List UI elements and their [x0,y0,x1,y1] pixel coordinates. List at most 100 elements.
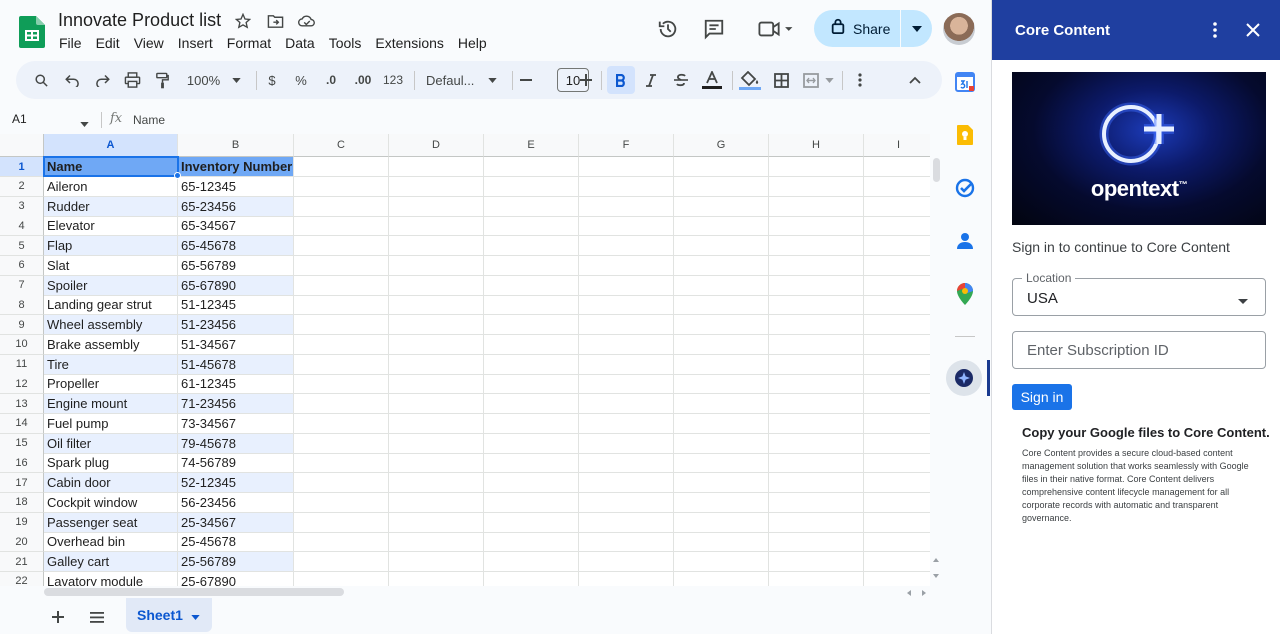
more-options-icon[interactable] [850,66,870,94]
zoom-select[interactable]: 100% [184,66,244,94]
table-cell[interactable]: 51-45678 [178,354,294,375]
keep-icon[interactable] [953,123,977,147]
table-cell[interactable]: 25-67890 [178,571,294,586]
share-button[interactable]: Share [814,10,932,47]
table-cell[interactable] [389,532,484,553]
table-cell[interactable]: 25-56789 [178,552,294,572]
table-cell[interactable] [769,532,864,553]
font-family-select[interactable]: Defaul... [422,66,506,94]
print-icon[interactable] [121,66,143,94]
table-cell[interactable] [484,552,579,572]
table-cell[interactable] [389,394,484,414]
table-cell[interactable] [389,255,484,276]
table-cell[interactable] [769,453,864,474]
table-cell[interactable] [484,315,579,335]
table-cell[interactable] [864,453,930,474]
header-cell[interactable] [769,157,864,177]
table-cell[interactable]: 65-45678 [178,236,294,256]
table-cell[interactable]: Landing gear strut [44,295,178,316]
undo-icon[interactable] [61,66,83,94]
row-header[interactable]: 6 [0,255,44,276]
table-cell[interactable] [389,552,484,572]
table-cell[interactable] [294,315,389,335]
table-cell[interactable]: 51-12345 [178,295,294,316]
header-cell[interactable] [579,157,674,177]
add-sheet-icon[interactable] [47,606,69,628]
table-cell[interactable] [674,216,769,237]
table-cell[interactable] [769,492,864,513]
bold-icon[interactable] [607,66,635,94]
table-cell[interactable]: 65-12345 [178,176,294,197]
table-cell[interactable] [389,236,484,256]
table-cell[interactable] [864,434,930,454]
table-cell[interactable] [864,473,930,493]
table-cell[interactable] [864,355,930,375]
contacts-icon[interactable] [953,229,977,253]
menu-file[interactable]: File [52,34,89,52]
table-cell[interactable] [674,394,769,414]
share-main[interactable]: Share [814,10,900,47]
row-header[interactable]: 19 [0,512,44,533]
row-header[interactable]: 15 [0,433,44,454]
table-cell[interactable] [864,572,930,586]
row-header[interactable]: 5 [0,236,44,256]
table-cell[interactable] [579,315,674,335]
table-cell[interactable] [769,552,864,572]
cloud-status-icon[interactable] [296,10,318,32]
table-cell[interactable] [864,177,930,197]
select-all-corner[interactable] [0,134,44,157]
increase-font-size-icon[interactable] [576,66,596,94]
table-cell[interactable] [389,512,484,533]
decrease-decimal-button[interactable]: .0 [319,66,343,94]
table-cell[interactable] [674,492,769,513]
signin-button[interactable]: Sign in [1012,384,1072,410]
menu-format[interactable]: Format [220,34,278,52]
table-cell[interactable] [294,295,389,316]
table-cell[interactable]: Oil filter [44,433,178,454]
table-cell[interactable] [389,433,484,454]
row-header[interactable]: 20 [0,532,44,553]
table-cell[interactable] [769,512,864,533]
table-cell[interactable] [389,492,484,513]
table-cell[interactable]: Propeller [44,374,178,395]
table-cell[interactable] [769,176,864,197]
table-cell[interactable] [864,236,930,256]
row-header[interactable]: 16 [0,453,44,474]
text-color-icon[interactable] [700,66,724,94]
row-header[interactable]: 8 [0,295,44,316]
table-cell[interactable] [389,374,484,395]
menu-insert[interactable]: Insert [171,34,220,52]
italic-icon[interactable] [640,66,662,94]
account-avatar[interactable] [943,13,975,45]
table-cell[interactable] [579,413,674,434]
table-cell[interactable] [674,473,769,493]
column-header-f[interactable]: F [579,134,674,157]
star-icon[interactable] [232,10,254,32]
table-cell[interactable] [769,255,864,276]
table-cell[interactable]: Engine mount [44,394,178,414]
table-cell[interactable] [484,374,579,395]
tasks-icon[interactable] [953,176,977,200]
table-cell[interactable] [484,433,579,454]
table-cell[interactable] [294,571,389,586]
merge-cells-icon[interactable] [800,66,836,94]
table-cell[interactable] [674,453,769,474]
table-cell[interactable] [484,492,579,513]
header-cell[interactable] [294,157,389,177]
table-cell[interactable] [674,354,769,375]
column-header-h[interactable]: H [769,134,864,157]
table-cell[interactable] [674,433,769,454]
table-cell[interactable] [484,473,579,493]
name-box[interactable]: A1 [12,112,27,126]
table-cell[interactable] [864,552,930,572]
table-cell[interactable] [294,334,389,355]
table-cell[interactable] [484,275,579,296]
row-header[interactable]: 7 [0,275,44,296]
table-cell[interactable]: Brake assembly [44,334,178,355]
menu-tools[interactable]: Tools [322,34,369,52]
table-cell[interactable] [674,236,769,256]
table-cell[interactable] [294,216,389,237]
table-cell[interactable] [294,473,389,493]
table-cell[interactable] [579,334,674,355]
table-cell[interactable]: 61-12345 [178,374,294,395]
